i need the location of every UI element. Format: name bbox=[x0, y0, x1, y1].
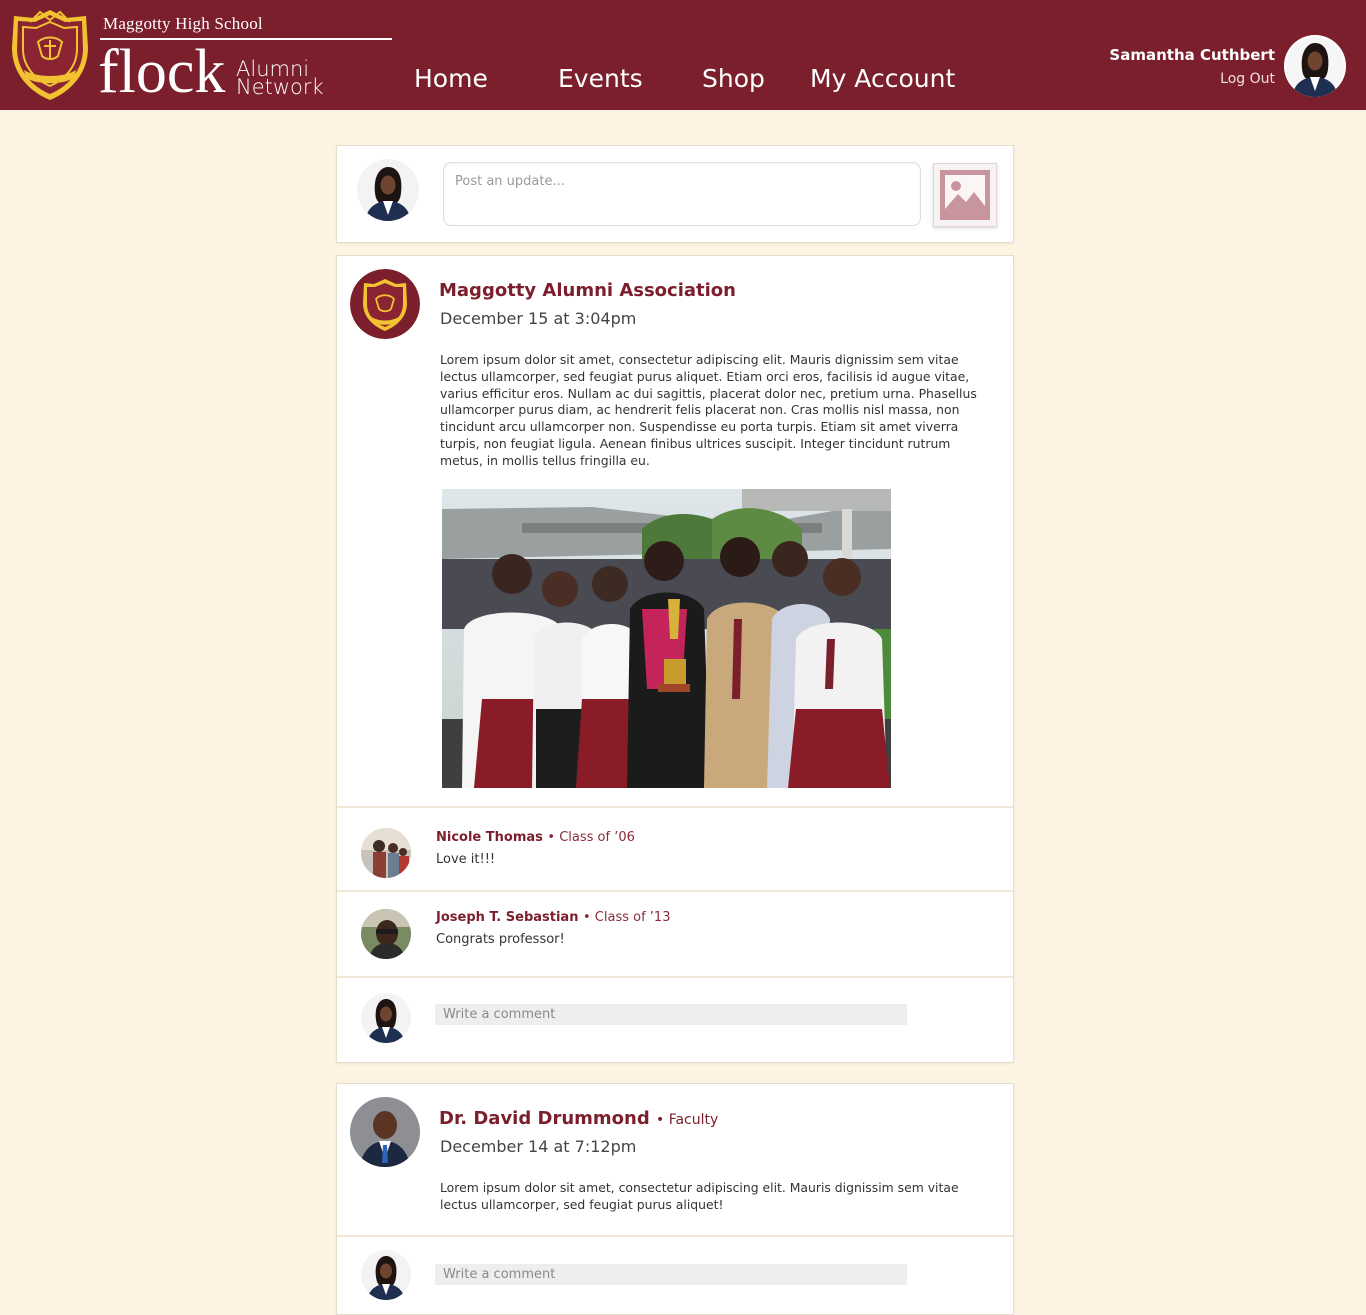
comment-avatar[interactable] bbox=[361, 828, 411, 878]
comment-avatar[interactable] bbox=[361, 909, 411, 959]
current-user-name[interactable]: Samantha Cuthbert bbox=[1109, 46, 1275, 64]
comment-author-class: • Class of ’13 bbox=[583, 910, 671, 925]
brand-tagline-line-2: Network bbox=[236, 75, 324, 99]
post-author-avatar[interactable] bbox=[350, 1097, 420, 1167]
school-crest-icon[interactable] bbox=[8, 8, 92, 102]
post-timestamp[interactable]: December 15 at 3:04pm bbox=[440, 309, 636, 328]
nav-shop[interactable]: Shop bbox=[702, 64, 765, 93]
post-author-name[interactable]: Dr. David Drummond bbox=[439, 1108, 650, 1129]
post-divider bbox=[337, 1235, 1013, 1237]
post-timestamp[interactable]: December 14 at 7:12pm bbox=[440, 1137, 636, 1156]
comment-author[interactable]: Nicole Thomas • Class of ’06 bbox=[436, 830, 635, 845]
current-user-comment-avatar bbox=[361, 1250, 411, 1300]
school-name: Maggotty High School bbox=[103, 14, 263, 33]
comment-author[interactable]: Joseph T. Sebastian • Class of ’13 bbox=[436, 910, 670, 925]
current-user-comment-avatar bbox=[361, 993, 411, 1043]
feed-post: Dr. David Drummond • Faculty December 14… bbox=[336, 1083, 1014, 1315]
comment-author-name[interactable]: Nicole Thomas bbox=[436, 830, 543, 845]
comment-author-name[interactable]: Joseph T. Sebastian bbox=[436, 910, 578, 925]
nav-events[interactable]: Events bbox=[558, 64, 643, 93]
feed-post: Maggotty Alumni Association December 15 … bbox=[336, 255, 1014, 1063]
composer-avatar bbox=[357, 159, 419, 221]
post-divider bbox=[337, 806, 1013, 808]
post-composer: Post an update... bbox=[336, 145, 1014, 243]
post-body: Lorem ipsum dolor sit amet, consectetur … bbox=[440, 352, 977, 468]
logout-link[interactable]: Log Out bbox=[1220, 71, 1275, 87]
post-photo[interactable] bbox=[442, 489, 891, 788]
brand-logo-text[interactable]: flock bbox=[98, 36, 225, 108]
comment-divider bbox=[337, 890, 1013, 892]
current-user-avatar[interactable] bbox=[1284, 35, 1346, 97]
write-comment-input[interactable] bbox=[435, 1264, 907, 1285]
top-navigation-bar: Maggotty High School flock Alumni Networ… bbox=[0, 0, 1366, 110]
comment-text: Love it!!! bbox=[436, 852, 496, 867]
nav-my-account[interactable]: My Account bbox=[810, 64, 955, 93]
comment-divider bbox=[337, 976, 1013, 978]
post-author-role: • Faculty bbox=[656, 1112, 719, 1128]
post-author-avatar[interactable] bbox=[350, 269, 420, 339]
add-image-button[interactable] bbox=[933, 163, 997, 227]
post-update-input[interactable]: Post an update... bbox=[443, 162, 921, 226]
image-icon bbox=[940, 170, 990, 220]
post-update-placeholder: Post an update... bbox=[455, 174, 565, 189]
comment-author-class: • Class of ’06 bbox=[547, 830, 635, 845]
nav-home[interactable]: Home bbox=[414, 64, 488, 93]
brand-tagline: Alumni Network bbox=[236, 59, 324, 99]
post-body: Lorem ipsum dolor sit amet, consectetur … bbox=[440, 1180, 959, 1212]
post-author-name[interactable]: Maggotty Alumni Association bbox=[439, 280, 736, 301]
write-comment-input[interactable] bbox=[435, 1004, 907, 1025]
post-author[interactable]: Dr. David Drummond • Faculty bbox=[439, 1108, 718, 1129]
comment-text: Congrats professor! bbox=[436, 932, 565, 947]
